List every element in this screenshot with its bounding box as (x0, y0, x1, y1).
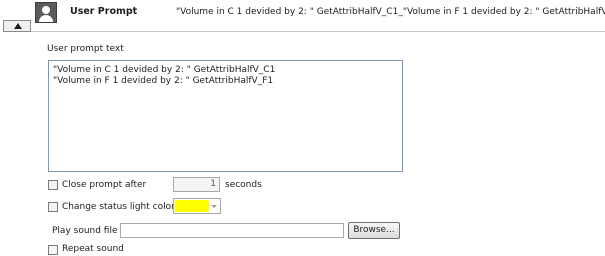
seconds-label: seconds (225, 180, 262, 190)
repeat-sound-label: Repeat sound (62, 244, 124, 254)
step-title: User Prompt (70, 6, 138, 17)
prompt-text-label: User prompt text (47, 44, 124, 54)
status-light-color-picker[interactable] (173, 198, 221, 214)
close-seconds-input[interactable]: 1 (173, 177, 220, 192)
header-divider (31, 31, 605, 32)
chevron-down-icon (211, 205, 217, 208)
close-prompt-checkbox[interactable] (48, 180, 58, 190)
step-summary: "Volume in C 1 devided by 2: " GetAttrib… (176, 7, 605, 17)
close-prompt-label: Close prompt after (62, 180, 147, 190)
status-light-label: Change status light color (62, 202, 175, 212)
sound-file-label: Play sound file (52, 226, 118, 236)
repeat-sound-checkbox[interactable] (48, 245, 58, 255)
status-light-checkbox[interactable] (48, 202, 58, 212)
browse-button[interactable]: Browse... (348, 222, 400, 239)
collapse-button[interactable] (3, 20, 31, 32)
triangle-up-icon (14, 23, 22, 29)
prompt-text-area[interactable]: "Volume in C 1 devided by 2: " GetAttrib… (48, 60, 403, 172)
color-swatch (175, 200, 209, 212)
sound-file-input[interactable] (120, 223, 344, 238)
user-icon (35, 2, 57, 23)
